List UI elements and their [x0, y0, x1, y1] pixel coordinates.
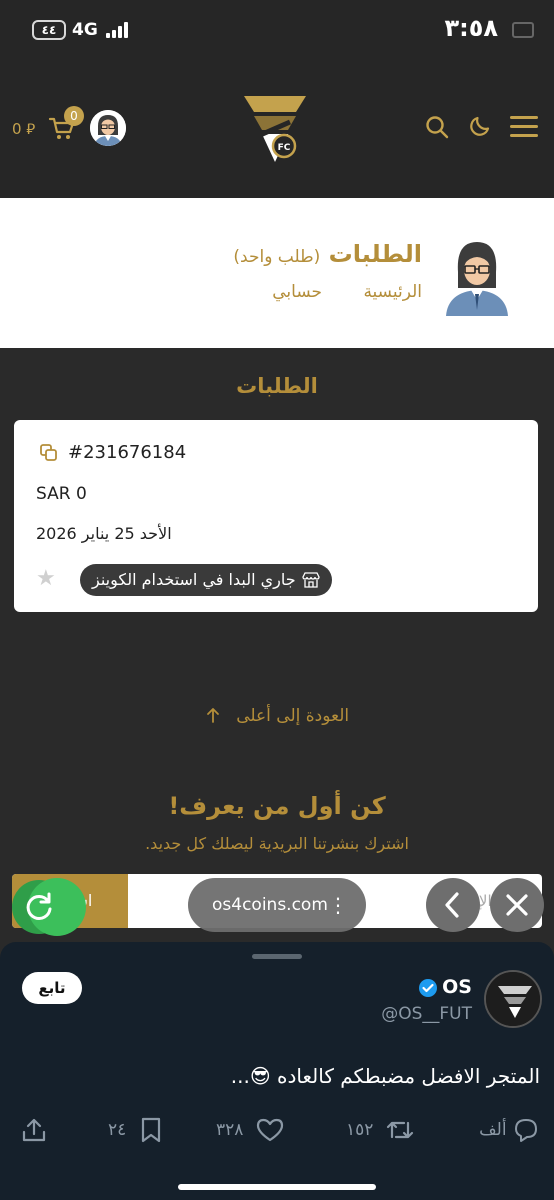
heart-icon — [256, 1118, 283, 1142]
account-avatar[interactable] — [90, 110, 126, 146]
chevron-left-icon — [445, 892, 459, 918]
url-bar[interactable]: os4coins.com ⋮ — [188, 878, 366, 932]
menu-icon[interactable] — [510, 116, 538, 138]
user-avatar — [446, 242, 508, 316]
retweet-button[interactable]: ١٥٢ — [346, 1114, 415, 1146]
like-button[interactable]: ٣٢٨ — [216, 1114, 285, 1146]
page-title: الطلبات (طلب واحد) — [233, 240, 422, 268]
order-card[interactable]: #231676184 SAR 0 الأحد 25 يناير 2026 ★ ج… — [14, 420, 538, 612]
network-label: 4G — [72, 20, 98, 40]
back-to-top-label: العودة إلى أعلى — [236, 706, 350, 726]
status-bar: ٤٤ 4G ٣:٥٨ — [0, 0, 554, 64]
copy-icon[interactable] — [40, 444, 58, 462]
tweet-author-handle[interactable]: @OS__FUT — [381, 1004, 472, 1024]
bookmark-icon — [141, 1117, 160, 1143]
more-options-icon[interactable]: ⋮ — [328, 878, 348, 932]
order-date: الأحد 25 يناير 2026 — [36, 524, 172, 543]
verified-badge-icon — [419, 979, 437, 997]
url-text: os4coins.com — [212, 895, 328, 915]
bookmark-button[interactable]: ٢٤ — [108, 1114, 164, 1146]
orders-section-title: الطلبات — [236, 374, 318, 398]
tweet-actions: ألف ١٥٢ ٣٢٨ ٢٤ — [0, 1114, 554, 1150]
clock: ٣:٥٨ — [444, 14, 498, 42]
arrow-up-icon — [206, 708, 219, 723]
site-header: FC 0 0 ⃁ — [0, 64, 554, 198]
refresh-button[interactable] — [12, 878, 86, 936]
retweet-icon — [386, 1121, 413, 1139]
tweet-text: المتجر الافضل مضبطكم كالعاده 😎... — [230, 1064, 540, 1088]
breadcrumb-home[interactable]: الرئيسية — [363, 282, 422, 302]
sheet-grabber[interactable] — [252, 954, 302, 959]
order-id: #231676184 — [68, 442, 187, 463]
cart-total: 0 ⃁ — [12, 120, 36, 138]
share-button[interactable] — [20, 1114, 48, 1146]
retweet-count: ١٥٢ — [346, 1120, 374, 1140]
orders-count: (طلب واحد) — [233, 247, 321, 267]
screen-record-icon — [512, 22, 534, 38]
reply-button[interactable]: ألف — [479, 1114, 540, 1146]
moon-icon[interactable] — [468, 114, 492, 138]
tweet-sheet: تابع OS @OS__FUT المتجر الافضل مضبطكم كا… — [0, 942, 554, 1200]
order-status-badge: جاري البدا في استخدام الكوينز — [80, 564, 332, 596]
share-icon — [22, 1118, 46, 1142]
order-status-text: جاري البدا في استخدام الكوينز — [92, 570, 296, 589]
back-to-top-link[interactable]: العودة إلى أعلى — [0, 706, 554, 726]
bookmark-count: ٢٤ — [108, 1120, 127, 1140]
breadcrumb-account[interactable]: حسابي — [272, 282, 322, 302]
follow-button[interactable]: تابع — [22, 972, 82, 1004]
search-icon[interactable] — [424, 114, 450, 140]
order-amount: SAR 0 — [36, 484, 87, 504]
close-icon — [506, 894, 528, 916]
logo-text: FC — [278, 143, 291, 153]
reply-icon — [515, 1119, 537, 1142]
profile-header: الطلبات (طلب واحد) الرئيسية حسابي — [0, 198, 554, 348]
browser-back-button[interactable] — [426, 878, 480, 932]
newsletter-title: كن أول من يعرف! — [168, 792, 386, 820]
tweet-author-avatar[interactable] — [484, 970, 542, 1028]
battery-indicator: ٤٤ — [32, 20, 66, 40]
site-logo[interactable]: FC — [240, 92, 310, 174]
like-count: ٣٢٨ — [216, 1120, 244, 1140]
home-indicator[interactable] — [178, 1184, 376, 1190]
tweet-author-name[interactable]: OS — [442, 976, 472, 998]
reply-count: ألف — [479, 1120, 507, 1140]
newsletter-subtitle: اشترك بنشرتنا البريدية ليصلك كل جديد. — [145, 834, 409, 853]
signal-icon — [106, 22, 128, 38]
rate-star-icon[interactable]: ★ — [36, 566, 56, 591]
refresh-icon — [26, 892, 52, 920]
cart-count-badge: 0 — [64, 106, 84, 126]
browser-close-button[interactable] — [490, 878, 544, 932]
page-title-text: الطلبات — [328, 240, 422, 268]
store-icon — [301, 572, 320, 588]
